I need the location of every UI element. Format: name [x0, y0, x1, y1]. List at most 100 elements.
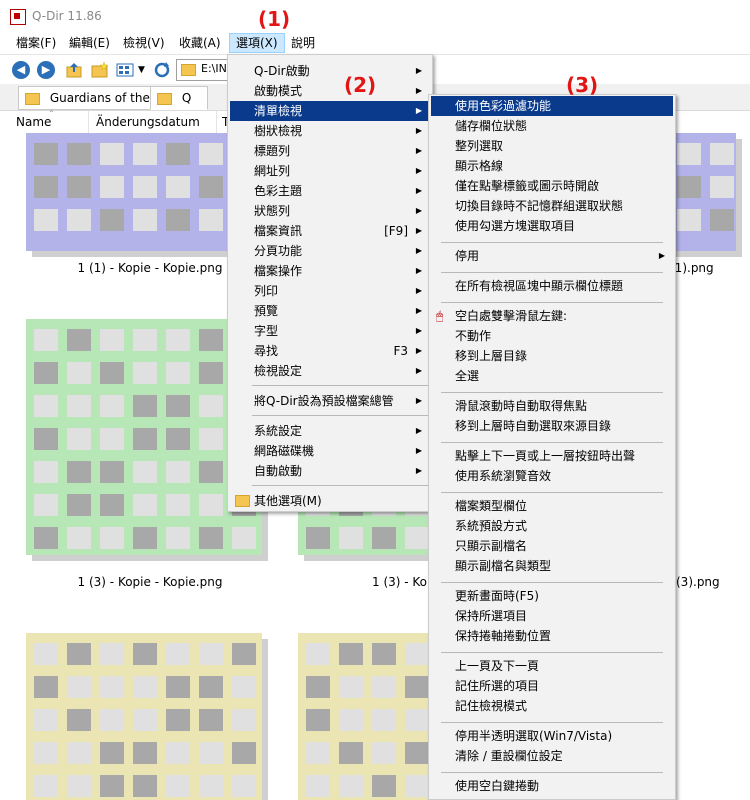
- menu-item-label: 啟動模式: [254, 84, 303, 98]
- thumbnail-cell: [199, 329, 223, 351]
- column-name[interactable]: Name: [16, 115, 51, 129]
- options-menu-item[interactable]: 自動啟動 ▶: [230, 461, 430, 481]
- menu-shortcut: F3: [393, 344, 408, 358]
- file-caption[interactable]: 1 (3) - Ko: [372, 575, 432, 589]
- list-view-option[interactable]: 記住所選的項目: [431, 676, 673, 696]
- thumbnail-cell: [306, 527, 330, 549]
- submenu-arrow-icon: ▶: [415, 166, 422, 175]
- options-menu-item[interactable]: 其他選項(M): [230, 491, 430, 511]
- list-view-option[interactable]: 停用半透明選取(Win7/Vista): [431, 726, 673, 746]
- list-view-option[interactable]: 整列選取: [431, 136, 673, 156]
- menu-options[interactable]: 選項(X): [229, 33, 285, 53]
- file-caption[interactable]: (1).png: [670, 261, 730, 275]
- options-menu-item[interactable]: 分頁功能 ▶: [230, 241, 430, 261]
- options-menu-item[interactable]: 狀態列 ▶: [230, 201, 430, 221]
- list-view-option[interactable]: 保持所選項目: [431, 606, 673, 626]
- option-label: 點擊上下一頁或上一層按鈕時出聲: [455, 449, 636, 463]
- column-divider[interactable]: [216, 111, 217, 133]
- menu-file[interactable]: 檔案(F): [10, 34, 62, 52]
- refresh-icon[interactable]: [153, 61, 171, 79]
- file-caption[interactable]: 1 (3) - Kopie - Kopie.png: [0, 575, 300, 589]
- thumbnail-cell: [232, 643, 256, 665]
- thumbnail-cell: [166, 362, 190, 384]
- options-menu-item[interactable]: 色彩主題 ▶: [230, 181, 430, 201]
- list-view-option[interactable]: 上一頁及下一頁: [431, 656, 673, 676]
- list-view-option[interactable]: 滑鼠滾動時自動取得焦點: [431, 396, 673, 416]
- list-view-option[interactable]: 切換目錄時不記憶群組選取狀態: [431, 196, 673, 216]
- menu-edit[interactable]: 編輯(E): [63, 34, 116, 52]
- list-view-option[interactable]: 使用勾選方塊選取項目: [431, 216, 673, 236]
- list-view-option[interactable]: 使用空白鍵捲動: [431, 776, 673, 796]
- thumbnail-cell: [133, 775, 157, 797]
- tab-q[interactable]: Q: [150, 86, 208, 110]
- list-view-option[interactable]: 點擊上下一頁或上一層按鈕時出聲: [431, 446, 673, 466]
- thumbnail-cell: [405, 742, 429, 764]
- menu-help[interactable]: 說明: [285, 34, 321, 52]
- options-menu-item[interactable]: 尋找 F3 ▶: [230, 341, 430, 361]
- list-view-option[interactable]: 系統預設方式: [431, 516, 673, 536]
- options-menu-item[interactable]: 檢視設定 ▶: [230, 361, 430, 381]
- list-view-option[interactable]: 顯示格線: [431, 156, 673, 176]
- menu-item-label: 字型: [254, 324, 279, 338]
- options-menu-item[interactable]: 列印 ▶: [230, 281, 430, 301]
- list-view-option[interactable]: 清除 / 重設欄位設定: [431, 746, 673, 766]
- options-menu-item[interactable]: 網路磁碟機 ▶: [230, 441, 430, 461]
- thumbnail-cell: [100, 742, 124, 764]
- up-folder-icon[interactable]: [66, 61, 84, 79]
- list-view-option[interactable]: 使用色彩過濾功能: [431, 96, 673, 116]
- file-thumbnail[interactable]: [26, 633, 268, 800]
- submenu-arrow-icon: ▶: [415, 366, 422, 375]
- list-view-option[interactable]: 儲存欄位狀態: [431, 116, 673, 136]
- options-menu-item[interactable]: Q-Dir啟動 ▶: [230, 61, 430, 81]
- thumbnail-cell: [405, 527, 429, 549]
- column-modified[interactable]: Änderungsdatum: [96, 115, 200, 129]
- thumbnail-cell: [34, 775, 58, 797]
- list-view-option[interactable]: 移到上層目錄: [431, 346, 673, 366]
- back-icon[interactable]: ◀: [12, 61, 30, 79]
- list-view-option[interactable]: 僅在點擊標籤或圖示時開啟: [431, 176, 673, 196]
- menu-separator: [441, 302, 663, 303]
- list-view-option[interactable]: 使用系統瀏覽音效: [431, 466, 673, 486]
- file-caption[interactable]: (3).png: [676, 575, 736, 589]
- list-view-option[interactable]: 檔案類型欄位: [431, 496, 673, 516]
- list-view-option[interactable]: 只顯示副檔名: [431, 536, 673, 556]
- list-view-option[interactable]: 保持捲軸捲動位置: [431, 626, 673, 646]
- menu-item-label: 色彩主題: [254, 184, 303, 198]
- list-view-option[interactable]: 不動作: [431, 326, 673, 346]
- options-menu-item[interactable]: 啟動模式 ▶: [230, 81, 430, 101]
- options-menu-item[interactable]: 將Q-Dir設為預設檔案總管 ▶: [230, 391, 430, 411]
- option-label: 全選: [455, 369, 480, 383]
- view-mode-icon[interactable]: [116, 61, 134, 79]
- options-menu-item[interactable]: 網址列 ▶: [230, 161, 430, 181]
- tab-guardians[interactable]: Guardians of the ...: [18, 86, 160, 127]
- menu-separator: [441, 272, 663, 273]
- submenu-arrow-icon: ▶: [415, 466, 422, 475]
- thumbnail-cell: [166, 176, 190, 198]
- list-view-option[interactable]: 在所有檢視區塊中顯示欄位標題: [431, 276, 673, 296]
- column-divider[interactable]: [88, 111, 89, 133]
- new-folder-icon[interactable]: [91, 61, 109, 79]
- options-menu-item[interactable]: 檔案操作 ▶: [230, 261, 430, 281]
- options-menu-item[interactable]: 預覽 ▶: [230, 301, 430, 321]
- options-menu-item[interactable]: 樹狀檢視 ▶: [230, 121, 430, 141]
- submenu-arrow-icon: ▶: [415, 106, 422, 115]
- menu-view[interactable]: 檢視(V): [117, 34, 171, 52]
- list-view-option[interactable]: 移到上層時自動選取來源目錄: [431, 416, 673, 436]
- list-view-option[interactable]: 全選: [431, 366, 673, 386]
- menu-item-label: 網址列: [254, 164, 291, 178]
- menu-item-label: Q-Dir啟動: [254, 64, 310, 78]
- options-menu-item[interactable]: 檔案資訊 [F9] ▶: [230, 221, 430, 241]
- options-menu-item[interactable]: 字型 ▶: [230, 321, 430, 341]
- options-menu-item[interactable]: 標題列 ▶: [230, 141, 430, 161]
- list-view-option[interactable]: 更新畫面時(F5): [431, 586, 673, 606]
- options-menu-item[interactable]: 清單檢視 ▶: [230, 101, 430, 121]
- menu-favorites[interactable]: 收藏(A): [173, 34, 227, 52]
- list-view-option[interactable]: 記住檢視模式: [431, 696, 673, 716]
- thumbnail-cell: [133, 676, 157, 698]
- forward-icon[interactable]: ▶: [37, 61, 55, 79]
- options-menu-item[interactable]: 系統設定 ▶: [230, 421, 430, 441]
- thumbnail-cell: [100, 461, 124, 483]
- list-view-option[interactable]: 顯示副檔名與類型: [431, 556, 673, 576]
- menu-item-label: 樹狀檢視: [254, 124, 303, 138]
- list-view-option[interactable]: 停用 ▶: [431, 246, 673, 266]
